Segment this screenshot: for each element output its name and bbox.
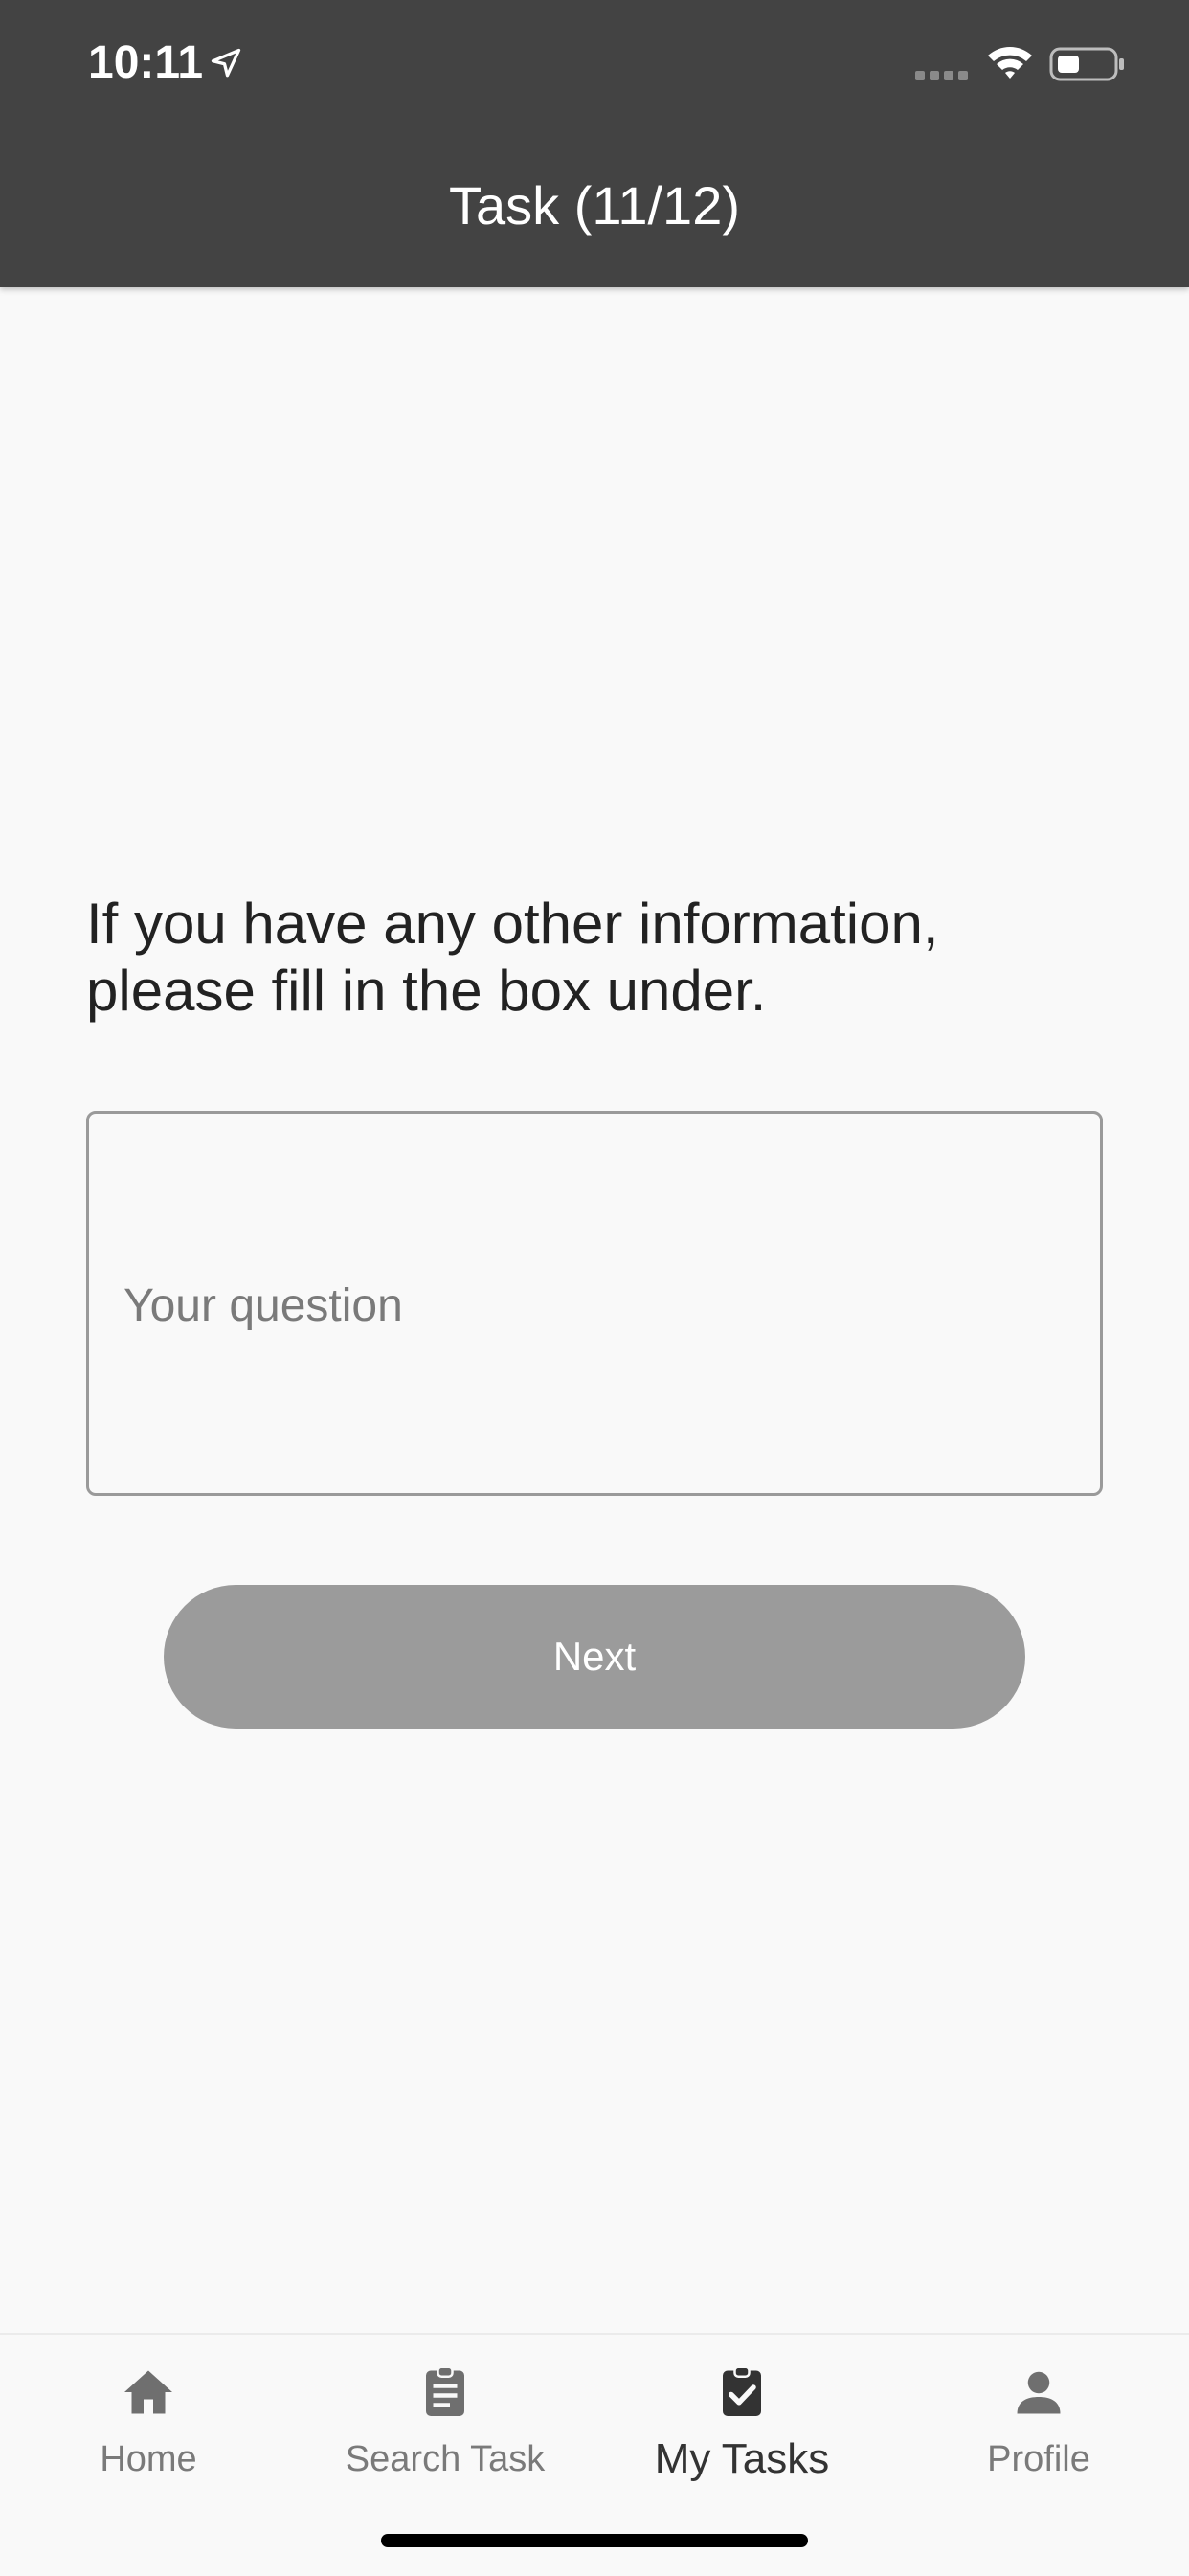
tab-label: Profile [987,2439,1090,2479]
page-title: Task (11/12) [449,175,740,236]
home-indicator [381,2534,808,2547]
app-header: 10:11 Task (11/12) [0,0,1189,287]
clipboard-check-icon [723,2365,761,2416]
tab-label: Home [100,2439,197,2479]
tab-search-task[interactable]: Search Task [297,2335,594,2526]
battery-icon [1049,47,1124,81]
cellular-signal-icon [915,71,968,80]
tab-home[interactable]: Home [0,2335,297,2526]
location-arrow-icon [211,48,241,78]
tab-label: Search Task [345,2439,546,2479]
person-icon [1017,2371,1061,2414]
tab-my-tasks[interactable]: My Tasks [594,2335,890,2526]
tab-profile[interactable]: Profile [890,2335,1187,2526]
wifi-icon [988,47,1032,79]
home-icon [124,2370,172,2414]
answer-box[interactable] [86,1111,1103,1496]
question-text: If you have any other information, pleas… [86,892,939,1023]
next-button[interactable]: Next [164,1585,1025,1729]
clipboard-icon [426,2365,464,2416]
tab-label: My Tasks [654,2435,830,2482]
answer-input[interactable] [123,1257,1062,1353]
status-time: 10:11 [88,37,204,88]
